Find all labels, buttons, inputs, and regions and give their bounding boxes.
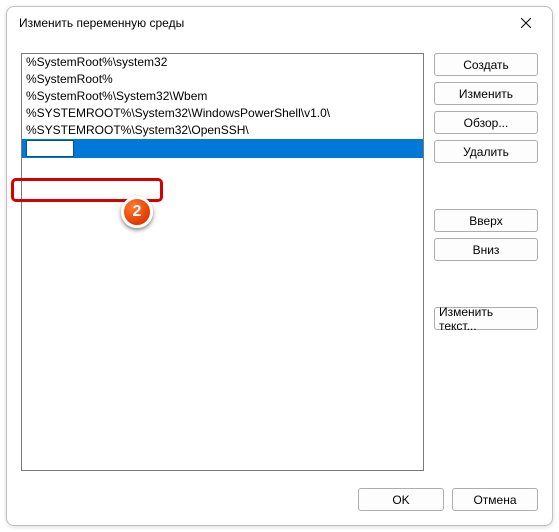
list-item[interactable]: %SystemRoot%\System32\Wbem: [22, 88, 423, 105]
browse-button[interactable]: Обзор...: [434, 111, 538, 134]
move-down-button[interactable]: Вниз: [434, 238, 538, 261]
ok-button[interactable]: OK: [358, 488, 444, 511]
list-item[interactable]: %SystemRoot%\system32: [22, 54, 423, 71]
button-column: Создать Изменить Обзор... Удалить Вверх …: [434, 53, 538, 476]
edit-text-button[interactable]: Изменить текст...: [434, 307, 538, 330]
list-item-editing[interactable]: [22, 139, 423, 158]
dialog-footer: OK Отмена: [7, 476, 552, 525]
delete-button[interactable]: Удалить: [434, 140, 538, 163]
list-item[interactable]: %SYSTEMROOT%\System32\WindowsPowerShell\…: [22, 105, 423, 122]
list-item[interactable]: %SYSTEMROOT%\System32\OpenSSH\: [22, 122, 423, 139]
spacer: [434, 267, 538, 301]
spacer: [434, 169, 538, 203]
close-icon: [521, 18, 531, 28]
close-button[interactable]: [506, 9, 546, 37]
content-area: %SystemRoot%\system32 %SystemRoot% %Syst…: [7, 39, 552, 476]
move-up-button[interactable]: Вверх: [434, 209, 538, 232]
create-button[interactable]: Создать: [434, 53, 538, 76]
titlebar: Изменить переменную среды: [7, 7, 552, 39]
cancel-button[interactable]: Отмена: [452, 488, 538, 511]
dialog-window: Изменить переменную среды %SystemRoot%\s…: [6, 6, 553, 526]
list-item[interactable]: %SystemRoot%: [22, 71, 423, 88]
inline-edit-input[interactable]: [26, 140, 74, 157]
window-title: Изменить переменную среды: [19, 16, 184, 30]
edit-button[interactable]: Изменить: [434, 82, 538, 105]
path-listbox[interactable]: %SystemRoot%\system32 %SystemRoot% %Syst…: [21, 53, 424, 471]
